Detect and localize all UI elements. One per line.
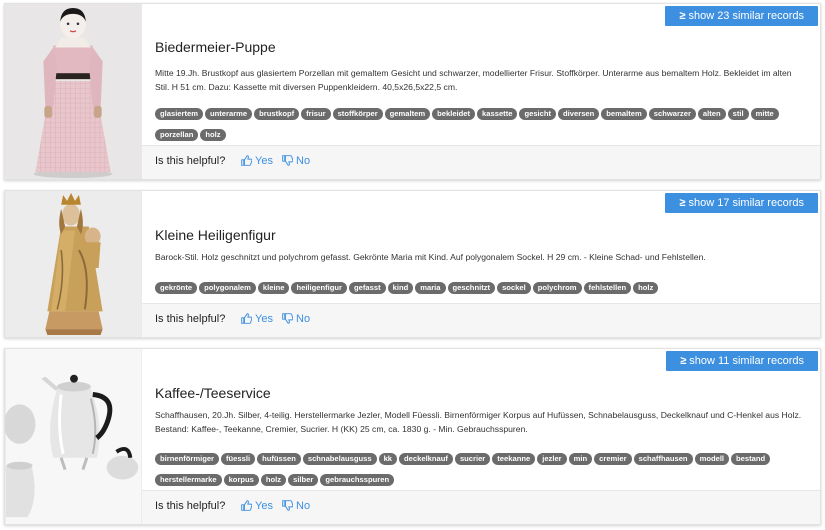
keyword-tag[interactable]: bekleidet: [432, 108, 476, 120]
thumbs-down-icon: [282, 313, 294, 324]
keyword-tag[interactable]: geschnitzt: [447, 282, 496, 294]
helpful-no-button[interactable]: No: [282, 313, 310, 325]
doll-photo: [5, 4, 142, 179]
thumbs-up-icon: [241, 500, 253, 511]
keyword-tag[interactable]: kassette: [477, 108, 518, 120]
similar-records-label: show 17 similar records: [688, 197, 804, 209]
tag-list: gekrönte polygonalem kleine heiligenfigur ge…: [155, 277, 808, 298]
keyword-tag[interactable]: mitte: [750, 108, 779, 120]
madonna-figure-photo: [5, 191, 142, 337]
record-image-madonna[interactable]: [5, 191, 142, 337]
keyword-tag[interactable]: herstellermarke: [155, 474, 222, 486]
helpful-no-button[interactable]: No: [282, 500, 310, 512]
keyword-tag[interactable]: min: [568, 453, 593, 465]
record-title[interactable]: Kaffee-/Teeservice: [155, 385, 271, 401]
keyword-tag[interactable]: polychrom: [532, 282, 582, 294]
record-image-doll[interactable]: [5, 4, 142, 179]
helpful-no-label: No: [296, 500, 311, 512]
keyword-tag[interactable]: maria: [415, 282, 446, 294]
keyword-tag[interactable]: modell: [694, 453, 730, 465]
record-card: ≥ show 23 similar records Biedermeier-Pup…: [4, 3, 821, 180]
helpful-question: Is this helpful?: [155, 313, 226, 325]
keyword-tag[interactable]: stoffkörper: [332, 108, 383, 120]
keyword-tag[interactable]: cremier: [594, 453, 632, 465]
helpful-no-label: No: [296, 155, 311, 167]
keyword-tag[interactable]: kleine: [257, 282, 290, 294]
feedback-bar: Is this helpful? Yes No: [142, 490, 820, 524]
silver-coffee-set-photo: [5, 349, 142, 524]
similar-icon: ≥: [679, 197, 686, 209]
feedback-bar: Is this helpful? Yes No: [142, 303, 820, 337]
helpful-yes-label: Yes: [255, 500, 273, 512]
record-title[interactable]: Kleine Heiligenfigur: [155, 227, 276, 243]
keyword-tag[interactable]: stil: [727, 108, 749, 120]
keyword-tag[interactable]: schnabelausguss: [302, 453, 377, 465]
keyword-tag[interactable]: fehlstellen: [583, 282, 632, 294]
keyword-tag[interactable]: frisur: [301, 108, 331, 120]
keyword-tag[interactable]: sockel: [497, 282, 531, 294]
keyword-tag[interactable]: holz: [633, 282, 659, 294]
keyword-tag[interactable]: holz: [200, 129, 226, 141]
record-description: Schaffhausen, 20.Jh. Silber, 4-teilig. H…: [155, 410, 802, 434]
helpful-yes-button[interactable]: Yes: [241, 500, 273, 512]
keyword-tag[interactable]: jezler: [537, 453, 567, 465]
thumbs-down-icon: [282, 155, 294, 166]
keyword-tag[interactable]: gebrauchsspuren: [320, 474, 395, 486]
similar-records-label: show 11 similar records: [689, 355, 804, 367]
keyword-tag[interactable]: deckelknauf: [399, 453, 453, 465]
helpful-yes-button[interactable]: Yes: [241, 155, 273, 167]
helpful-no-label: No: [296, 313, 311, 325]
keyword-tag[interactable]: kk: [378, 453, 398, 465]
keyword-tag[interactable]: polygonalem: [199, 282, 256, 294]
keyword-tag[interactable]: schaffhausen: [633, 453, 693, 465]
tag-list: glasiertem unterarme brustkopf frisur stoffk…: [155, 103, 808, 145]
keyword-tag[interactable]: teekanne: [492, 453, 536, 465]
keyword-tag[interactable]: unterarme: [205, 108, 253, 120]
keyword-tag[interactable]: glasiertem: [155, 108, 203, 120]
record-image-coffee-set[interactable]: [5, 349, 142, 524]
tag-list: birnenförmiger füessli hufüssen schnabelaus…: [155, 448, 808, 490]
keyword-tag[interactable]: sucrier: [454, 453, 491, 465]
thumbs-up-icon: [241, 313, 253, 324]
show-similar-records-button[interactable]: ≥ show 17 similar records: [665, 193, 818, 213]
similar-records-label: show 23 similar records: [688, 10, 804, 22]
record-description: Mitte 19.Jh. Brustkopf aus glasiertem Po…: [155, 68, 792, 92]
keyword-tag[interactable]: heiligenfigur: [291, 282, 348, 294]
keyword-tag[interactable]: kind: [387, 282, 414, 294]
helpful-yes-button[interactable]: Yes: [241, 313, 273, 325]
keyword-tag[interactable]: bemaltem: [601, 108, 647, 120]
similar-icon: ≥: [680, 355, 687, 367]
keyword-tag[interactable]: gesicht: [519, 108, 557, 120]
helpful-question: Is this helpful?: [155, 155, 226, 167]
keyword-tag[interactable]: diversen: [558, 108, 600, 120]
keyword-tag[interactable]: porzellan: [155, 129, 199, 141]
thumbs-down-icon: [282, 500, 294, 511]
record-title[interactable]: Biedermeier-Puppe: [155, 39, 276, 55]
keyword-tag[interactable]: gekrönte: [155, 282, 198, 294]
feedback-bar: Is this helpful? Yes No: [142, 145, 820, 179]
show-similar-records-button[interactable]: ≥ show 11 similar records: [666, 351, 818, 371]
keyword-tag[interactable]: bestand: [731, 453, 771, 465]
keyword-tag[interactable]: gemaltem: [384, 108, 431, 120]
helpful-yes-label: Yes: [255, 155, 273, 167]
thumbs-up-icon: [241, 155, 253, 166]
helpful-yes-label: Yes: [255, 313, 273, 325]
keyword-tag[interactable]: alten: [697, 108, 726, 120]
keyword-tag[interactable]: holz: [260, 474, 287, 486]
helpful-question: Is this helpful?: [155, 500, 226, 512]
keyword-tag[interactable]: silber: [288, 474, 319, 486]
similar-icon: ≥: [679, 10, 686, 22]
keyword-tag[interactable]: hufüssen: [257, 453, 301, 465]
record-description: Barock-Stil. Holz geschnitzt und polychr…: [155, 252, 706, 262]
keyword-tag[interactable]: füessli: [221, 453, 256, 465]
keyword-tag[interactable]: brustkopf: [254, 108, 300, 120]
keyword-tag[interactable]: gefasst: [349, 282, 386, 294]
keyword-tag[interactable]: birnenförmiger: [155, 453, 220, 465]
record-card: ≥ show 11 similar records Kaffee-/Teeserv…: [4, 348, 821, 525]
keyword-tag[interactable]: korpus: [223, 474, 259, 486]
keyword-tag[interactable]: schwarzer: [648, 108, 696, 120]
record-card: ≥ show 17 similar records Kleine Heiligen…: [4, 190, 821, 338]
helpful-no-button[interactable]: No: [282, 155, 310, 167]
show-similar-records-button[interactable]: ≥ show 23 similar records: [665, 6, 818, 26]
